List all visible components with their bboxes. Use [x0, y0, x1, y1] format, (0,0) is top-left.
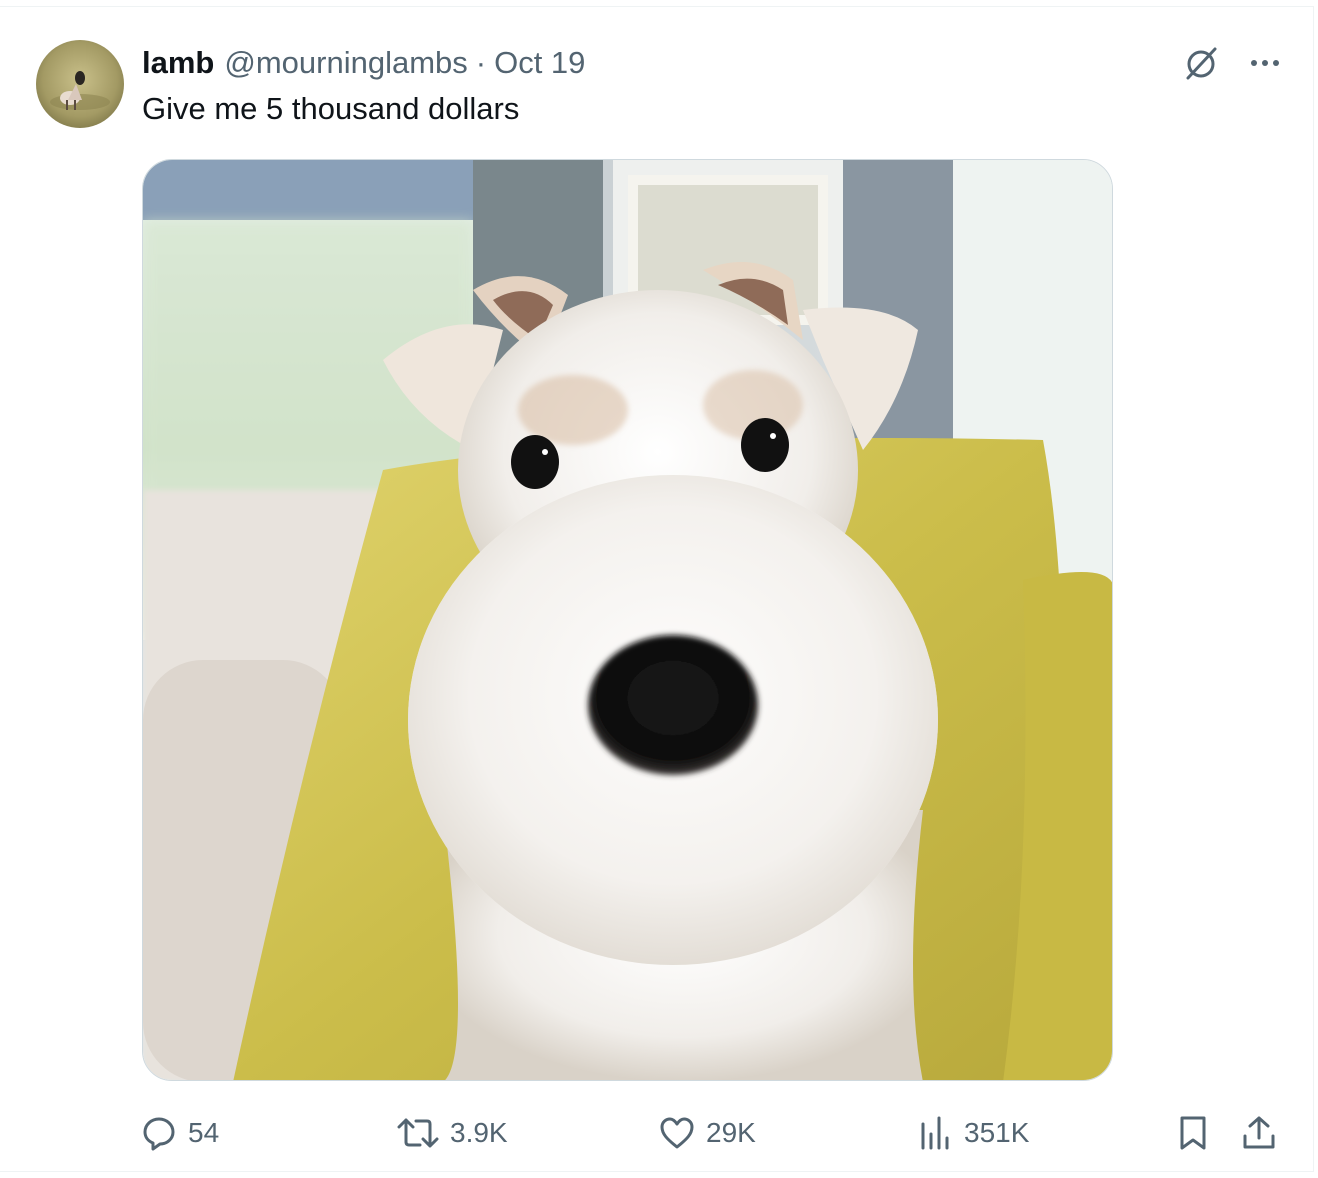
- reply-bubble-icon: [143, 1117, 175, 1151]
- view-count: 351K: [964, 1117, 1030, 1148]
- avatar[interactable]: [36, 40, 124, 128]
- like-count: 29K: [706, 1117, 756, 1148]
- grok-slash-icon: [1186, 47, 1217, 80]
- tweet-action-bar: 54 3.9K 29K 351K: [140, 1107, 1280, 1159]
- reply-button[interactable]: 54: [140, 1107, 219, 1159]
- more-button[interactable]: [1247, 45, 1283, 81]
- repost-button[interactable]: 3.9K: [396, 1107, 508, 1159]
- repost-count: 3.9K: [450, 1117, 508, 1148]
- tweet-image[interactable]: [142, 159, 1113, 1081]
- bookmark-icon: [1180, 1116, 1206, 1150]
- reply-count: 54: [188, 1117, 220, 1148]
- share-upload-icon: [1243, 1116, 1275, 1149]
- more-dots-icon: [1251, 60, 1279, 66]
- tweet-card[interactable]: lamb @mourninglambs · Oct 19 Give me 5 t…: [0, 6, 1314, 1172]
- tweet-header: lamb @mourninglambs · Oct 19: [142, 43, 585, 83]
- tweet-text: Give me 5 thousand dollars: [142, 91, 520, 126]
- views-button[interactable]: 351K: [918, 1107, 1029, 1159]
- tweet-top-actions: [1181, 43, 1283, 83]
- share-button[interactable]: [1240, 1107, 1278, 1159]
- like-button[interactable]: 29K: [658, 1107, 756, 1159]
- repost-arrows-icon: [397, 1118, 439, 1148]
- separator-dot: ·: [475, 45, 487, 80]
- tweet-date[interactable]: Oct 19: [494, 45, 585, 81]
- dog-photo: [143, 160, 1112, 1080]
- heart-icon: [660, 1117, 694, 1149]
- display-name[interactable]: lamb: [142, 45, 214, 81]
- bar-chart-icon: [921, 1116, 949, 1150]
- grok-button[interactable]: [1181, 43, 1221, 83]
- user-handle[interactable]: @mourninglambs: [224, 45, 467, 81]
- bookmark-button[interactable]: [1176, 1107, 1210, 1159]
- avatar-image: [36, 40, 124, 128]
